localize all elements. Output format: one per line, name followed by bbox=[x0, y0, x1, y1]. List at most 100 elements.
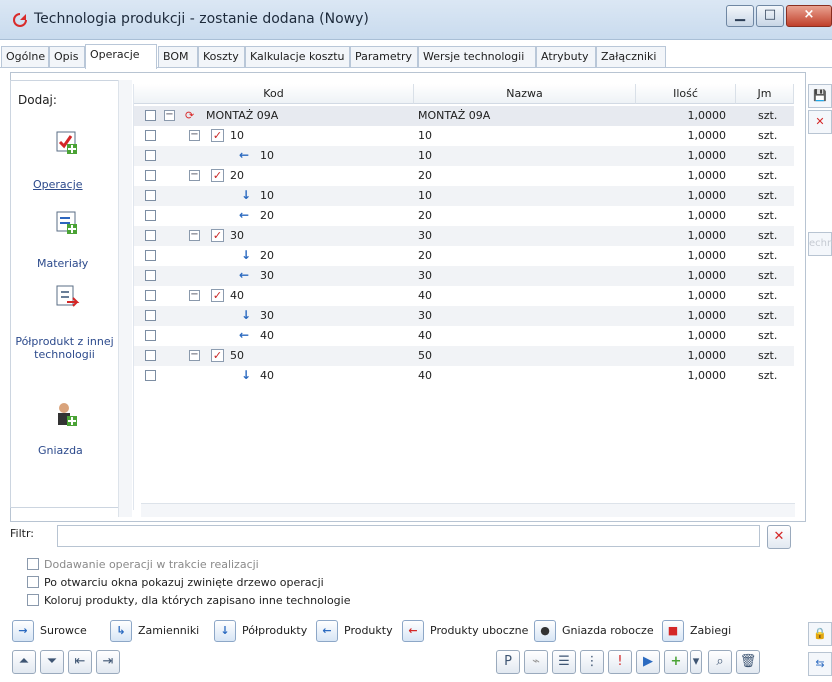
tab-parametry[interactable]: Parametry bbox=[350, 46, 418, 67]
down-arrow-icon: ↓ bbox=[241, 368, 252, 382]
table-row[interactable]: − ✓ 50 50 1,0000 szt. bbox=[134, 346, 794, 366]
check-dodawanie[interactable]: Dodawanie operacji w trakcie realizacji bbox=[27, 558, 259, 571]
horizontal-scrollbar[interactable] bbox=[141, 503, 795, 517]
row-checkbox[interactable] bbox=[145, 170, 156, 181]
tab-atrybuty[interactable]: Atrybuty bbox=[536, 46, 596, 67]
legend-label: Produkty bbox=[344, 624, 393, 637]
table-row[interactable]: − ✓ 20 20 1,0000 szt. bbox=[134, 166, 794, 186]
checkbox[interactable] bbox=[27, 594, 39, 606]
row-checkbox[interactable] bbox=[145, 110, 156, 121]
row-checkbox[interactable] bbox=[145, 350, 156, 361]
check-zwiniete[interactable]: Po otwarciu okna pokazuj zwinięte drzewo… bbox=[27, 576, 324, 589]
row-name: 10 bbox=[418, 129, 432, 142]
maximize-button[interactable]: □ bbox=[756, 5, 784, 27]
add-button[interactable]: + bbox=[664, 650, 688, 674]
save-button[interactable]: 💾 bbox=[808, 84, 832, 108]
checkbox[interactable] bbox=[27, 558, 39, 570]
row-checkbox[interactable] bbox=[145, 230, 156, 241]
move-top-button[interactable]: ⏶ bbox=[12, 650, 36, 674]
header-nazwa[interactable]: Nazwa bbox=[414, 84, 636, 104]
row-checkbox[interactable] bbox=[145, 190, 156, 201]
tab-zalaczniki[interactable]: Załączniki bbox=[596, 46, 666, 67]
header-kod[interactable]: Kod bbox=[134, 84, 414, 104]
legend-produkty[interactable]: ← Produkty bbox=[316, 620, 393, 642]
row-checkbox[interactable] bbox=[145, 370, 156, 381]
filter-input[interactable] bbox=[57, 525, 760, 547]
legend-polprodukty[interactable]: ↓ Półprodukty bbox=[214, 620, 307, 642]
table-row[interactable]: ← 30 30 1,0000 szt. bbox=[134, 266, 794, 286]
close-button[interactable]: × bbox=[786, 5, 832, 27]
material-add-icon[interactable] bbox=[52, 208, 80, 236]
tab-opis[interactable]: Opis bbox=[49, 46, 85, 67]
row-checkbox[interactable] bbox=[145, 250, 156, 261]
warning-button[interactable]: ! bbox=[608, 650, 632, 674]
table-row[interactable]: ↓ 10 10 1,0000 szt. bbox=[134, 186, 794, 206]
table-row[interactable]: ↓ 20 20 1,0000 szt. bbox=[134, 246, 794, 266]
tab-strip: Ogólne Opis Operacje BOM Koszty Kalkulac… bbox=[0, 44, 832, 69]
row-checkbox[interactable] bbox=[145, 310, 156, 321]
legend-gniazda-robocze[interactable]: ● Gniazda robocze bbox=[534, 620, 654, 642]
indent-right-button[interactable]: ⇥ bbox=[96, 650, 120, 674]
legend-surowce[interactable]: → Surowce bbox=[12, 620, 87, 642]
clear-filter-button[interactable]: ✕ bbox=[767, 525, 791, 549]
cancel-button[interactable]: ✕ bbox=[808, 110, 832, 134]
minimize-button[interactable]: ▁ bbox=[726, 5, 754, 27]
collapse-toggle[interactable]: − bbox=[189, 170, 200, 181]
table-row[interactable]: ↓ 40 40 1,0000 szt. bbox=[134, 366, 794, 386]
delete-button[interactable]: 🗑 bbox=[736, 650, 760, 674]
tree-button[interactable]: ⋮ bbox=[580, 650, 604, 674]
indent-left-button[interactable]: ⇤ bbox=[68, 650, 92, 674]
export-button[interactable]: ▶ bbox=[636, 650, 660, 674]
semiproduct-icon[interactable] bbox=[52, 282, 80, 310]
check-koloruj[interactable]: Koloruj produkty, dla których zapisano i… bbox=[27, 594, 350, 607]
table-row[interactable]: − ⟳ MONTAŻ 09A MONTAŻ 09A 1,0000 szt. bbox=[134, 106, 794, 126]
sidebar-scrollbar[interactable] bbox=[118, 80, 132, 517]
collapse-toggle[interactable]: − bbox=[189, 230, 200, 241]
add-dropdown-button[interactable]: ▾ bbox=[690, 650, 702, 674]
collapse-toggle[interactable]: − bbox=[189, 290, 200, 301]
table-row[interactable]: ← 20 20 1,0000 szt. bbox=[134, 206, 794, 226]
sidebar-operacje[interactable]: Operacje bbox=[33, 178, 83, 191]
tab-koszty[interactable]: Koszty bbox=[198, 46, 245, 67]
header-jm[interactable]: Jm bbox=[736, 84, 794, 104]
row-checkbox[interactable] bbox=[145, 150, 156, 161]
row-checkbox[interactable] bbox=[145, 270, 156, 281]
pin-button[interactable]: ⇆ bbox=[808, 652, 832, 676]
legend-zamienniki[interactable]: ↳ Zamienniki bbox=[110, 620, 199, 642]
tab-operacje[interactable]: Operacje bbox=[85, 44, 157, 69]
table-row[interactable]: ← 40 40 1,0000 szt. bbox=[134, 326, 794, 346]
sidebar-materialy[interactable]: Materiały bbox=[37, 257, 88, 270]
parameter-button[interactable]: P bbox=[496, 650, 520, 674]
table-row[interactable]: − ✓ 10 10 1,0000 szt. bbox=[134, 126, 794, 146]
checkbox[interactable] bbox=[27, 576, 39, 588]
collapse-toggle[interactable]: − bbox=[189, 350, 200, 361]
row-checkbox[interactable] bbox=[145, 210, 156, 221]
header-ilosc[interactable]: Ilość bbox=[636, 84, 736, 104]
table-row[interactable]: ↓ 30 30 1,0000 szt. bbox=[134, 306, 794, 326]
lock-button[interactable]: 🔒 bbox=[808, 622, 832, 646]
workcenter-add-icon[interactable] bbox=[52, 400, 80, 428]
tab-wersje-technologii[interactable]: Wersje technologii bbox=[418, 46, 536, 67]
table-row[interactable]: − ✓ 30 30 1,0000 szt. bbox=[134, 226, 794, 246]
row-qty: 1,0000 bbox=[687, 329, 727, 342]
move-bottom-button[interactable]: ⏷ bbox=[40, 650, 64, 674]
legend-produkty-uboczne[interactable]: ← Produkty uboczne bbox=[402, 620, 528, 642]
tab-bom[interactable]: BOM bbox=[158, 46, 198, 67]
tab-ogolne[interactable]: Ogólne bbox=[1, 46, 49, 67]
sidebar-polprodukt[interactable]: Półprodukt z innej technologii bbox=[12, 335, 117, 361]
row-checkbox[interactable] bbox=[145, 130, 156, 141]
operation-add-icon[interactable] bbox=[52, 128, 80, 156]
row-checkbox[interactable] bbox=[145, 290, 156, 301]
collapse-toggle[interactable]: − bbox=[164, 110, 175, 121]
legend-zabiegi[interactable]: ■ Zabiegi bbox=[662, 620, 731, 642]
collapse-toggle[interactable]: − bbox=[189, 130, 200, 141]
sidebar-gniazda[interactable]: Gniazda bbox=[38, 444, 83, 457]
row-unit: szt. bbox=[758, 269, 778, 282]
row-checkbox[interactable] bbox=[145, 330, 156, 341]
tab-kalkulacje-kosztu[interactable]: Kalkulacje kosztu bbox=[245, 46, 350, 67]
table-row[interactable]: ← 10 10 1,0000 szt. bbox=[134, 146, 794, 166]
list-button[interactable]: ☰ bbox=[552, 650, 576, 674]
chart-button[interactable]: ⌁ bbox=[524, 650, 548, 674]
search-button[interactable]: ⌕ bbox=[708, 650, 732, 674]
table-row[interactable]: − ✓ 40 40 1,0000 szt. bbox=[134, 286, 794, 306]
